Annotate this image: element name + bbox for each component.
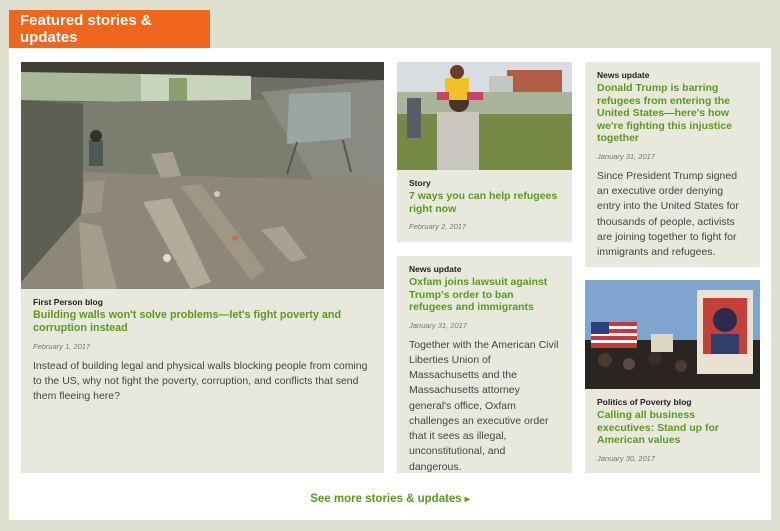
story-summary: Since President Trump signed an executiv… — [597, 169, 739, 259]
story-headline-link[interactable]: 7 ways you can help refugees right now — [409, 190, 560, 215]
story-tag: News update — [597, 70, 650, 80]
story-tag: News update — [409, 264, 462, 274]
story-date: January 30, 2017 — [597, 453, 655, 463]
story-date: January 31, 2017 — [597, 151, 655, 161]
story-headline-link[interactable]: Oxfam joins lawsuit against Trump's orde… — [409, 276, 560, 314]
story-tag: Politics of Poverty blog — [597, 397, 692, 407]
story-card-2[interactable]: Story 7 ways you can help refugees right… — [397, 62, 572, 242]
story-photo-classroom[interactable] — [21, 62, 384, 289]
story-summary: Together with the American Civil Liberti… — [409, 338, 559, 473]
story-photo-father-child[interactable] — [397, 62, 572, 170]
story-tag: First Person blog — [33, 297, 103, 307]
see-more-link[interactable]: See more stories & updates ▸ — [9, 493, 771, 505]
story-date: February 2, 2017 — [409, 222, 467, 232]
story-card-5[interactable]: Politics of Poverty blog Calling all bus… — [585, 280, 760, 473]
chevron-right-icon: ▸ — [464, 494, 470, 505]
story-headline-link[interactable]: Calling all business executives: Stand u… — [597, 409, 748, 447]
story-headline-link[interactable]: Donald Trump is barring refugees from en… — [597, 82, 748, 145]
section-title: Featured stories & updates — [9, 10, 210, 48]
story-summary: Instead of building legal and physical w… — [33, 359, 368, 403]
story-tag: Story — [409, 178, 431, 188]
story-date: January 31, 2017 — [409, 320, 467, 330]
featured-section: Featured stories & updates First Person … — [0, 0, 780, 531]
see-more-label: See more stories & updates — [310, 493, 462, 505]
story-headline-link[interactable]: Building walls won't solve problems—let'… — [33, 309, 372, 335]
stories-panel: First Person blog Building walls won't s… — [9, 48, 771, 520]
story-card-1[interactable]: First Person blog Building walls won't s… — [21, 62, 384, 473]
story-photo-protest[interactable] — [585, 280, 760, 389]
story-date: February 1, 2017 — [33, 341, 91, 351]
story-card-3[interactable]: News update Oxfam joins lawsuit against … — [397, 256, 572, 473]
story-card-4[interactable]: News update Donald Trump is barring refu… — [585, 62, 760, 267]
